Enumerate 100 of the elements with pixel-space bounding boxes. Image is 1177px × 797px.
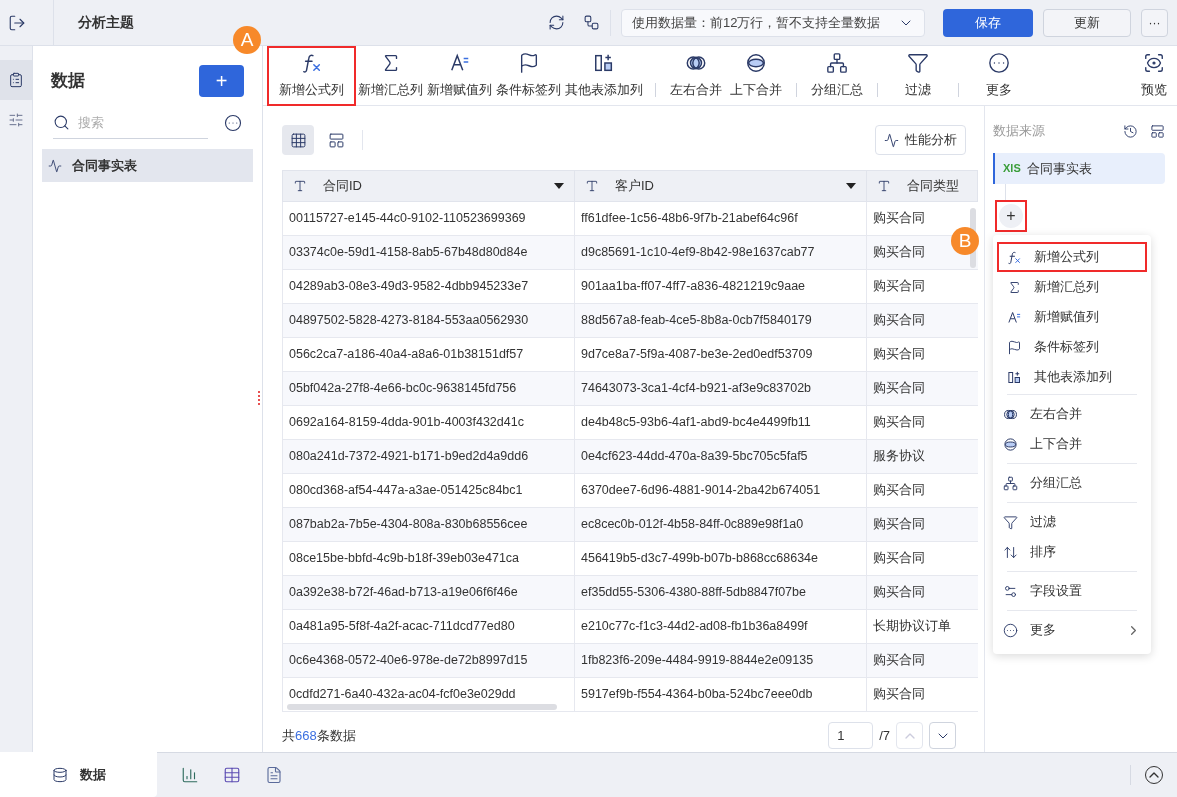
table-list-item[interactable]: 合同事实表 <box>42 149 253 182</box>
toolbar-button[interactable]: 左右合并 <box>666 45 726 106</box>
table-cell: d9c85691-1c10-4ef9-8b42-98e1637cab77 <box>575 236 867 269</box>
filter-icon <box>907 51 929 74</box>
text-type-icon <box>877 179 891 193</box>
add-button[interactable]: + <box>199 65 244 97</box>
stacked-circles-icon <box>1003 436 1018 452</box>
menu-item[interactable]: 更多 <box>1003 615 1141 645</box>
sort-icon <box>1003 544 1018 560</box>
table-cell: ff61dfee-1c56-48b6-9f7b-21abef64c96f <box>575 202 867 235</box>
menu-item[interactable]: 新增赋值列 <box>997 302 1147 332</box>
text-type-icon <box>585 179 599 193</box>
column-header[interactable]: 客户ID <box>575 171 867 201</box>
hierarchy-icon <box>826 51 848 74</box>
table-cell: 0692a164-8159-4dda-901b-4003f432d41c <box>283 406 575 439</box>
grid-icon <box>289 131 307 149</box>
report-add-icon[interactable] <box>265 766 283 784</box>
menu-item[interactable]: 字段设置 <box>1003 576 1141 606</box>
chart-add-icon[interactable] <box>181 766 199 784</box>
sliders-icon[interactable] <box>8 112 24 128</box>
table-add-icon[interactable] <box>223 766 241 784</box>
resize-handle[interactable] <box>258 391 260 405</box>
more-icon <box>1003 622 1018 638</box>
table-cell: 080a241d-7372-4921-b171-b9ed2d4a9dd6 <box>283 440 575 473</box>
bottom-tab[interactable]: 数据 <box>0 752 157 797</box>
table-cell: 080cd368-af54-447a-a3ae-051425c84bc1 <box>283 474 575 507</box>
hierarchy-icon <box>1003 475 1018 491</box>
menu-item[interactable]: 过滤 <box>1003 507 1141 537</box>
table-cell: 901aa1ba-ff07-4ff7-a836-4821219c9aae <box>575 270 867 303</box>
layout-icon <box>327 131 345 149</box>
toolbar-button[interactable]: 过滤 <box>888 45 948 106</box>
text-type-icon <box>293 179 307 193</box>
search-field[interactable]: 搜索 <box>78 112 178 133</box>
table-cell: 456419b5-d3c7-499b-b07b-b868cc68634e <box>575 542 867 575</box>
table-cell: 9d7ce8a7-5f9a-4087-be3e-2ed0edf53709 <box>575 338 867 371</box>
menu-item[interactable]: 上下合并 <box>1003 429 1141 459</box>
table-cell: 00115727-e145-44c0-9102-110523699369 <box>283 202 575 235</box>
dropdown-caret-icon[interactable] <box>846 183 856 189</box>
performance-button[interactable]: 性能分析 <box>875 125 966 155</box>
toolbar-button[interactable]: 条件标签列 <box>494 45 563 106</box>
toolbar-button[interactable]: 新增赋值列 <box>425 45 494 106</box>
table-cell: 05bf042a-27f8-4e66-bc0c-9638145fd756 <box>283 372 575 405</box>
update-button[interactable]: 更新 <box>1043 8 1131 37</box>
toolbar-button[interactable]: 更多 <box>969 45 1029 106</box>
table-cell: 04289ab3-08e3-49d3-9582-4dbb945233e7 <box>283 270 575 303</box>
table-cell: 0a392e38-b72f-46ad-b713-a19e06f6f46e <box>283 576 575 609</box>
clipboard-icon[interactable] <box>8 72 24 88</box>
flag-icon <box>1007 339 1022 355</box>
file-type-label: XlS <box>1003 161 1021 177</box>
menu-item[interactable]: 其他表添加列 <box>997 362 1147 392</box>
more-icon <box>988 51 1010 74</box>
chart-icon <box>884 132 899 148</box>
add-column-icon <box>1007 369 1022 385</box>
stacked-circles-icon <box>745 51 767 74</box>
row-count: 共668条数据 <box>282 726 356 745</box>
menu-item[interactable]: 新增公式列 <box>997 242 1147 272</box>
toolbar-button[interactable]: 其他表添加列 <box>563 45 645 106</box>
data-scope-dropdown[interactable]: 使用数据量：前12万行，暂不支持全量数据 <box>621 8 925 37</box>
data-source-item[interactable]: XlS 合同事实表 <box>993 153 1165 184</box>
panel-title: 数据来源 <box>993 122 1045 141</box>
sigma-icon <box>1007 279 1022 295</box>
table-cell: 74643073-3ca1-4cf4-b921-af3e9c83702b <box>575 372 867 405</box>
flow-icon <box>583 14 600 31</box>
menu-item[interactable]: 排序 <box>1003 537 1141 567</box>
more-button[interactable]: ··· <box>1141 8 1168 37</box>
preview-button[interactable]: 预览 <box>1141 51 1167 100</box>
table-cell: 5917ef9b-f554-4364-b0ba-524bc7eee0db <box>575 678 867 711</box>
field-settings-icon <box>1003 583 1018 599</box>
dropdown-caret-icon[interactable] <box>554 183 564 189</box>
page-total: /7 <box>879 726 890 745</box>
page-title: 分析主题 <box>78 13 134 32</box>
toolbar-button[interactable]: 新增公式列 <box>267 45 356 106</box>
menu-item[interactable]: 左右合并 <box>1003 399 1141 429</box>
table-cell: ec8cec0b-012f-4b58-84ff-0c889e98f1a0 <box>575 508 867 541</box>
menu-item[interactable]: 新增汇总列 <box>997 272 1147 302</box>
table-cell: de4b48c5-93b6-4af1-abd9-bc4e4499fb11 <box>575 406 867 439</box>
function-icon <box>1007 249 1022 265</box>
eye-icon <box>1143 51 1165 74</box>
more-icon <box>224 114 242 132</box>
table-cell: 0e4cf623-44dd-470a-8a39-5bc705c5faf5 <box>575 440 867 473</box>
horizontal-scrollbar[interactable] <box>287 704 557 710</box>
filter-icon <box>1003 514 1018 530</box>
save-button[interactable]: 保存 <box>943 8 1033 37</box>
table-cell: 03374c0e-59d1-4158-8ab5-67b48d80d84e <box>283 236 575 269</box>
history-icon <box>1123 123 1138 139</box>
toolbar-button[interactable]: 分组汇总 <box>807 45 867 106</box>
column-header[interactable]: 合同ID <box>283 171 575 201</box>
chart-icon <box>48 158 62 173</box>
refresh-icon <box>548 14 565 31</box>
letter-lines-icon <box>1007 309 1022 325</box>
table-cell: 0a481a95-5f8f-4a2f-acac-711dcd77ed80 <box>283 610 575 643</box>
toolbar-button[interactable]: 上下合并 <box>726 45 786 106</box>
toolbar-button[interactable]: 新增汇总列 <box>356 45 425 106</box>
table-cell: 087bab2a-7b5e-4304-808a-830b68556cee <box>283 508 575 541</box>
view-toggle[interactable] <box>282 125 314 155</box>
page-input[interactable]: 1 <box>828 722 874 749</box>
table-cell: 1fb823f6-209e-4484-9919-8844e2e09135 <box>575 644 867 677</box>
table-cell: ef35dd55-5306-4380-88ff-5db8847f07be <box>575 576 867 609</box>
menu-item[interactable]: 分组汇总 <box>1003 468 1141 498</box>
menu-item[interactable]: 条件标签列 <box>997 332 1147 362</box>
